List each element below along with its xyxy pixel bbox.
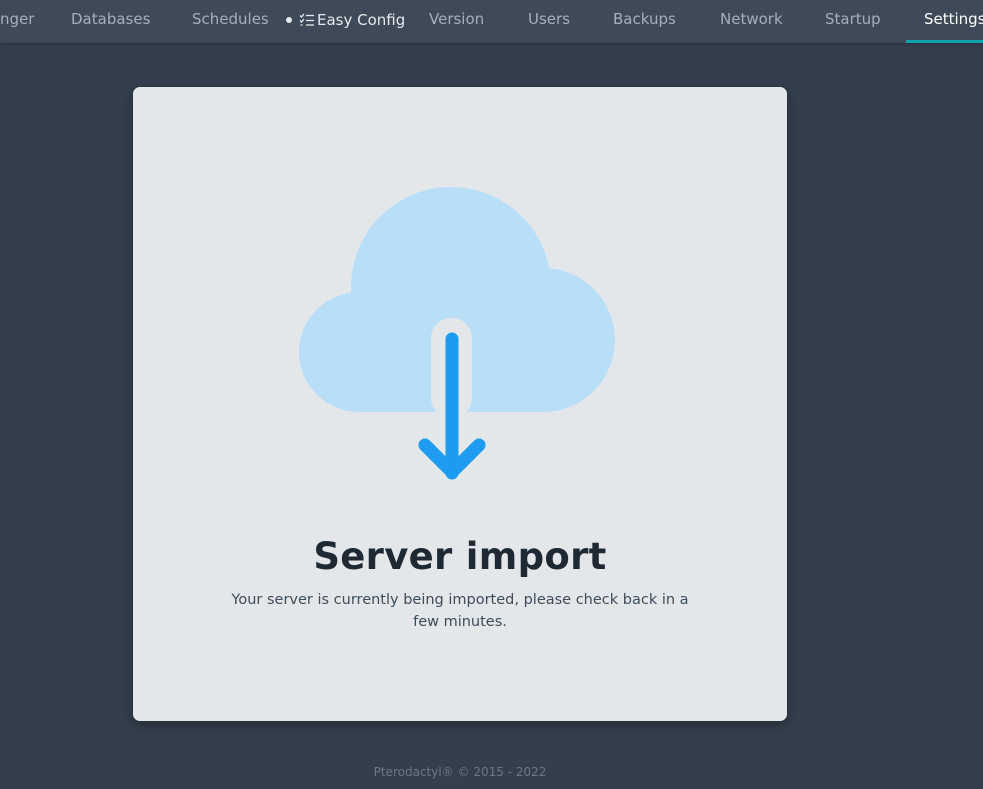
active-tab-indicator — [906, 40, 983, 43]
tab-label: Users — [528, 10, 571, 28]
tab-label: Easy Config — [317, 11, 406, 29]
tab-users[interactable]: Users — [528, 0, 570, 40]
tab-easy-config[interactable]: Easy Config — [299, 0, 405, 40]
tab-schedules[interactable]: Schedules — [192, 0, 269, 40]
tab-network[interactable]: Network — [720, 0, 783, 40]
tab-startup[interactable]: Startup — [825, 0, 881, 40]
cloud-download-icon — [299, 187, 615, 480]
tab-settings[interactable]: Settings — [924, 0, 983, 40]
tab-version[interactable]: Version — [429, 0, 484, 40]
server-import-card: Server import Your server is currently b… — [133, 87, 787, 721]
tab-label: Network — [720, 10, 783, 28]
server-nav-bar: nger Databases Schedules Easy Config Ver… — [0, 0, 983, 43]
tab-backups[interactable]: Backups — [613, 0, 676, 40]
tab-label: Databases — [71, 10, 151, 28]
footer-copyright: Pterodactyl® © 2015 - 2022 — [373, 765, 547, 779]
tab-label: Schedules — [192, 10, 269, 28]
status-message: Your server is currently being imported,… — [231, 592, 689, 630]
page-title: Server import — [313, 535, 607, 578]
tab-label: Backups — [613, 10, 676, 28]
tab-file-manager[interactable]: nger — [0, 0, 34, 40]
list-check-icon — [299, 13, 314, 26]
tab-databases[interactable]: Databases — [71, 0, 150, 40]
tab-label: nger — [0, 10, 35, 28]
tab-label: Version — [429, 10, 485, 28]
tab-label: Startup — [825, 10, 881, 28]
new-indicator-dot — [286, 17, 292, 23]
tab-label: Settings — [924, 10, 983, 28]
